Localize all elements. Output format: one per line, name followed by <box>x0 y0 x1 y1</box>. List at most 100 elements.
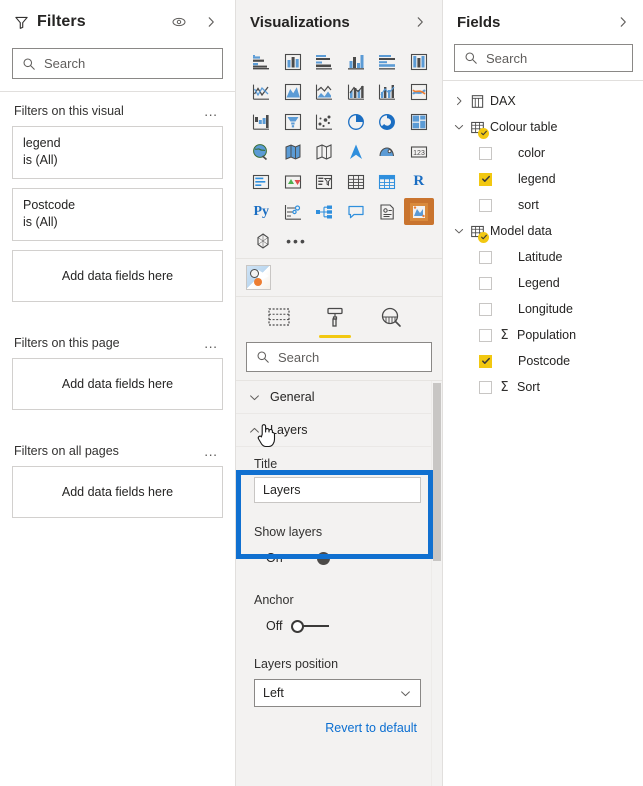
anchor-toggle[interactable] <box>291 619 330 633</box>
filter-field-value: is (All) <box>23 153 58 167</box>
add-data-fields-dropzone-visual[interactable]: Add data fields here <box>12 250 223 302</box>
stacked-column-chart-icon[interactable] <box>278 48 309 75</box>
field-checkbox[interactable] <box>479 198 492 212</box>
field-row-postcode[interactable]: Postcode <box>443 348 643 374</box>
field-checkbox[interactable] <box>479 172 492 186</box>
chevron-right-icon[interactable] <box>408 10 432 34</box>
format-section-layers[interactable]: Layers <box>236 414 431 447</box>
section-more-options-icon[interactable]: … <box>202 336 221 350</box>
field-checkbox[interactable] <box>479 146 492 160</box>
area-chart-icon[interactable] <box>278 78 309 105</box>
scatter-chart-icon[interactable] <box>309 108 340 135</box>
100-stacked-column-chart-icon[interactable] <box>404 48 435 75</box>
field-checkbox[interactable] <box>479 302 492 316</box>
chevron-down-icon[interactable] <box>453 121 465 133</box>
filled-map-icon[interactable] <box>278 138 309 165</box>
add-data-fields-dropzone-all-pages[interactable]: Add data fields here <box>12 466 223 518</box>
tab-format[interactable] <box>318 304 352 338</box>
format-section-general[interactable]: General <box>236 381 431 414</box>
table-icon[interactable] <box>341 168 372 195</box>
key-influencers-icon[interactable] <box>278 198 309 225</box>
tab-indicator <box>319 335 351 338</box>
line-clustered-column-chart-icon[interactable] <box>372 78 403 105</box>
stacked-area-chart-icon[interactable] <box>309 78 340 105</box>
stacked-bar-chart-icon[interactable] <box>246 48 277 75</box>
title-input[interactable]: Layers <box>254 477 421 503</box>
treemap-icon[interactable] <box>404 108 435 135</box>
field-row-longitude[interactable]: Longitude <box>443 296 643 322</box>
paginated-report-icon[interactable] <box>246 227 279 254</box>
chevron-down-icon[interactable] <box>453 225 465 237</box>
layers-position-dropdown[interactable]: Left <box>254 679 421 707</box>
layers-position-property: Layers position Left <box>236 649 431 715</box>
clustered-column-chart-icon[interactable] <box>341 48 372 75</box>
field-row-color[interactable]: color <box>443 140 643 166</box>
field-checkbox[interactable] <box>479 380 492 394</box>
visualizations-header: Visualizations <box>236 0 442 44</box>
field-row-population[interactable]: Σ Population <box>443 322 643 348</box>
decomposition-tree-icon[interactable] <box>309 198 340 225</box>
field-row-legend[interactable]: legend <box>443 166 643 192</box>
line-stacked-column-chart-icon[interactable] <box>341 78 372 105</box>
smart-narrative-icon[interactable] <box>372 198 403 225</box>
field-checkbox[interactable] <box>479 328 492 342</box>
multi-row-card-icon[interactable] <box>246 168 277 195</box>
field-row-latitude[interactable]: Latitude <box>443 244 643 270</box>
arcgis-map-icon[interactable] <box>372 138 403 165</box>
r-script-visual-icon[interactable]: R <box>404 168 435 195</box>
format-search-input[interactable]: Search <box>246 342 432 372</box>
shape-map-icon[interactable] <box>309 138 340 165</box>
field-row-legend-model[interactable]: Legend <box>443 270 643 296</box>
tree-item-dax[interactable]: DAX <box>443 88 643 114</box>
python-visual-icon[interactable]: Py <box>246 198 277 225</box>
chevron-right-icon[interactable] <box>611 10 635 34</box>
qna-icon[interactable] <box>341 198 372 225</box>
add-data-fields-dropzone-page[interactable]: Add data fields here <box>12 358 223 410</box>
chevron-right-icon[interactable] <box>453 95 465 107</box>
tab-analytics[interactable] <box>374 304 408 338</box>
field-checkbox[interactable] <box>479 354 492 368</box>
more-options-icon[interactable]: ••• <box>280 227 313 254</box>
section-more-options-icon[interactable]: … <box>202 104 221 118</box>
line-chart-icon[interactable] <box>246 78 277 105</box>
power-bi-panes: Filters Search Filters on this visual … <box>0 0 643 786</box>
selected-custom-visual-icon[interactable] <box>246 265 271 290</box>
funnel-chart-icon[interactable] <box>278 108 309 135</box>
anchor-label: Anchor <box>254 593 294 607</box>
chevron-right-icon[interactable] <box>199 10 223 34</box>
slicer-icon[interactable] <box>309 168 340 195</box>
card-icon[interactable]: 123 <box>404 138 435 165</box>
azure-map-icon[interactable] <box>341 138 372 165</box>
scrollbar-thumb[interactable] <box>433 383 441 561</box>
revert-to-default-link[interactable]: Revert to default <box>325 721 417 735</box>
filters-search-container: Search <box>0 44 235 91</box>
fields-search-input[interactable]: Search <box>454 44 633 72</box>
chevron-down-icon <box>248 391 261 404</box>
field-checkbox[interactable] <box>479 276 492 290</box>
map-icon[interactable] <box>246 138 277 165</box>
kpi-icon[interactable] <box>278 168 309 195</box>
format-properties-scroll: General Layers Title Layers Show layers … <box>236 380 442 786</box>
filter-card-legend[interactable]: legend is (All) <box>12 126 223 179</box>
donut-chart-icon[interactable] <box>372 108 403 135</box>
field-checkbox[interactable] <box>479 250 492 264</box>
ribbon-chart-icon[interactable] <box>404 78 435 105</box>
pie-chart-icon[interactable] <box>341 108 372 135</box>
waterfall-chart-icon[interactable] <box>246 108 277 135</box>
tab-fields[interactable] <box>262 304 296 338</box>
section-more-options-icon[interactable]: … <box>202 444 221 458</box>
search-icon <box>464 51 478 65</box>
matrix-icon[interactable] <box>372 168 403 195</box>
filter-card-postcode[interactable]: Postcode is (All) <box>12 188 223 241</box>
tree-item-model-data[interactable]: Model data <box>443 218 643 244</box>
tree-item-colour-table[interactable]: Colour table <box>443 114 643 140</box>
field-row-sort-model[interactable]: Σ Sort <box>443 374 643 400</box>
format-pane-scrollbar[interactable] <box>431 381 442 786</box>
100-stacked-bar-chart-icon[interactable] <box>372 48 403 75</box>
filters-search-input[interactable]: Search <box>12 48 223 79</box>
eye-icon[interactable] <box>167 10 191 34</box>
field-row-sort[interactable]: sort <box>443 192 643 218</box>
clustered-bar-chart-icon[interactable] <box>309 48 340 75</box>
custom-map-visual-icon[interactable] <box>403 198 434 225</box>
show-layers-toggle[interactable] <box>291 551 330 565</box>
